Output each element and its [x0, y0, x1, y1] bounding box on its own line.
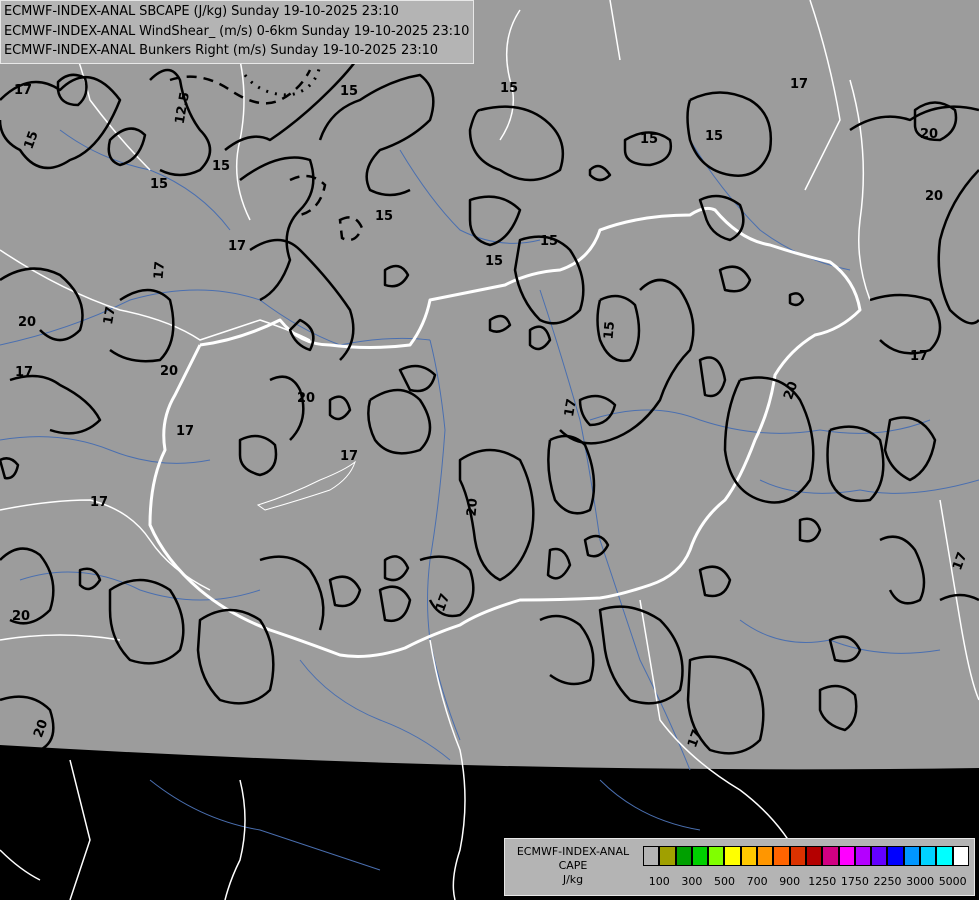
weather-map: 17 12.5 15 15 15 15 15 17 20 15 15 20 17… [0, 0, 979, 900]
legend-swatch [903, 846, 921, 866]
legend-tick: 2250 [873, 875, 902, 888]
legend-ticks: 100 300 500 700 900 1250 1750 2250 3000 5000 [643, 875, 973, 889]
contour-label: 20 [12, 609, 30, 624]
contour-label: 17 [176, 424, 194, 439]
legend-swatch [659, 846, 676, 866]
contour-label: 15 [212, 159, 230, 174]
legend-swatch [675, 846, 692, 866]
legend-swatches [643, 846, 969, 866]
contour-label: 15 [540, 234, 558, 249]
contour-label: 15 [485, 254, 503, 269]
contour-label: 20 [160, 364, 178, 379]
contour-label: 17 [14, 83, 32, 98]
legend-swatch [691, 846, 709, 866]
contour-label: 20 [920, 127, 938, 142]
legend-swatch [838, 846, 855, 866]
contour-label: 17 [340, 449, 358, 464]
contour-label: 20 [18, 315, 36, 330]
contour-label: 20 [464, 498, 481, 517]
contour-label: 17 [228, 239, 246, 254]
contour-label: 17 [90, 495, 108, 510]
legend-tick: 500 [714, 875, 735, 888]
legend-swatch [740, 846, 758, 866]
contour-label: 15 [705, 129, 723, 144]
legend-tick: 700 [746, 875, 768, 888]
contour-label: 17 [790, 77, 808, 92]
legend-tick: 1250 [808, 875, 837, 888]
legend-tick: 100 [648, 875, 670, 888]
legend-swatch [887, 846, 904, 866]
contour-label: 17 [15, 365, 33, 380]
legend-tick: 3000 [906, 875, 935, 888]
cape-legend: ECMWF-INDEX-ANAL CAPE J/kg 100 300 500 700 9… [504, 838, 975, 896]
map-titles: ECMWF-INDEX-ANAL SBCAPE (J/kg) Sunday 19… [0, 0, 475, 64]
legend-swatch [920, 846, 937, 866]
contour-label: 15 [601, 321, 618, 340]
contour-label: 15 [500, 81, 518, 96]
legend-swatch [805, 846, 823, 866]
contour-label: 15 [340, 84, 358, 99]
contour-label: 17 [910, 349, 928, 364]
legend-swatch [871, 846, 888, 866]
legend-swatch [952, 846, 969, 866]
legend-unit: J/kg [562, 873, 584, 886]
contour-label: 15 [150, 177, 168, 192]
legend-swatch [757, 846, 774, 866]
contour-label: 17 [562, 398, 580, 418]
legend-tick: 900 [779, 875, 801, 888]
legend-tick: 1750 [840, 875, 869, 888]
legend-label: ECMWF-INDEX-ANAL CAPE J/kg [507, 845, 639, 887]
legend-swatch [724, 846, 741, 866]
legend-variable: CAPE [558, 859, 588, 872]
legend-tick: 300 [681, 875, 703, 888]
contour-label: 17 [101, 305, 119, 325]
legend-swatch [708, 846, 725, 866]
title-bunkers-right: ECMWF-INDEX-ANAL Bunkers Right (m/s) Sun… [4, 43, 438, 58]
legend-swatch [643, 846, 660, 866]
contour-label: 17 [151, 261, 168, 280]
legend-swatch [773, 846, 790, 866]
legend-swatch [822, 846, 839, 866]
legend-source: ECMWF-INDEX-ANAL [516, 845, 630, 858]
contour-label: 15 [640, 132, 658, 147]
legend-swatch [936, 846, 953, 866]
legend-swatch [854, 846, 872, 866]
contour-label: 20 [297, 391, 315, 406]
title-sbcape: ECMWF-INDEX-ANAL SBCAPE (J/kg) Sunday 19… [4, 4, 399, 19]
title-windshear: ECMWF-INDEX-ANAL WindShear_ (m/s) 0-6km … [4, 23, 470, 39]
legend-tick: 5000 [938, 875, 967, 888]
contour-label: 15 [375, 209, 393, 224]
legend-swatch [789, 846, 806, 866]
data-domain [0, 0, 979, 770]
contour-label: 20 [925, 189, 943, 204]
